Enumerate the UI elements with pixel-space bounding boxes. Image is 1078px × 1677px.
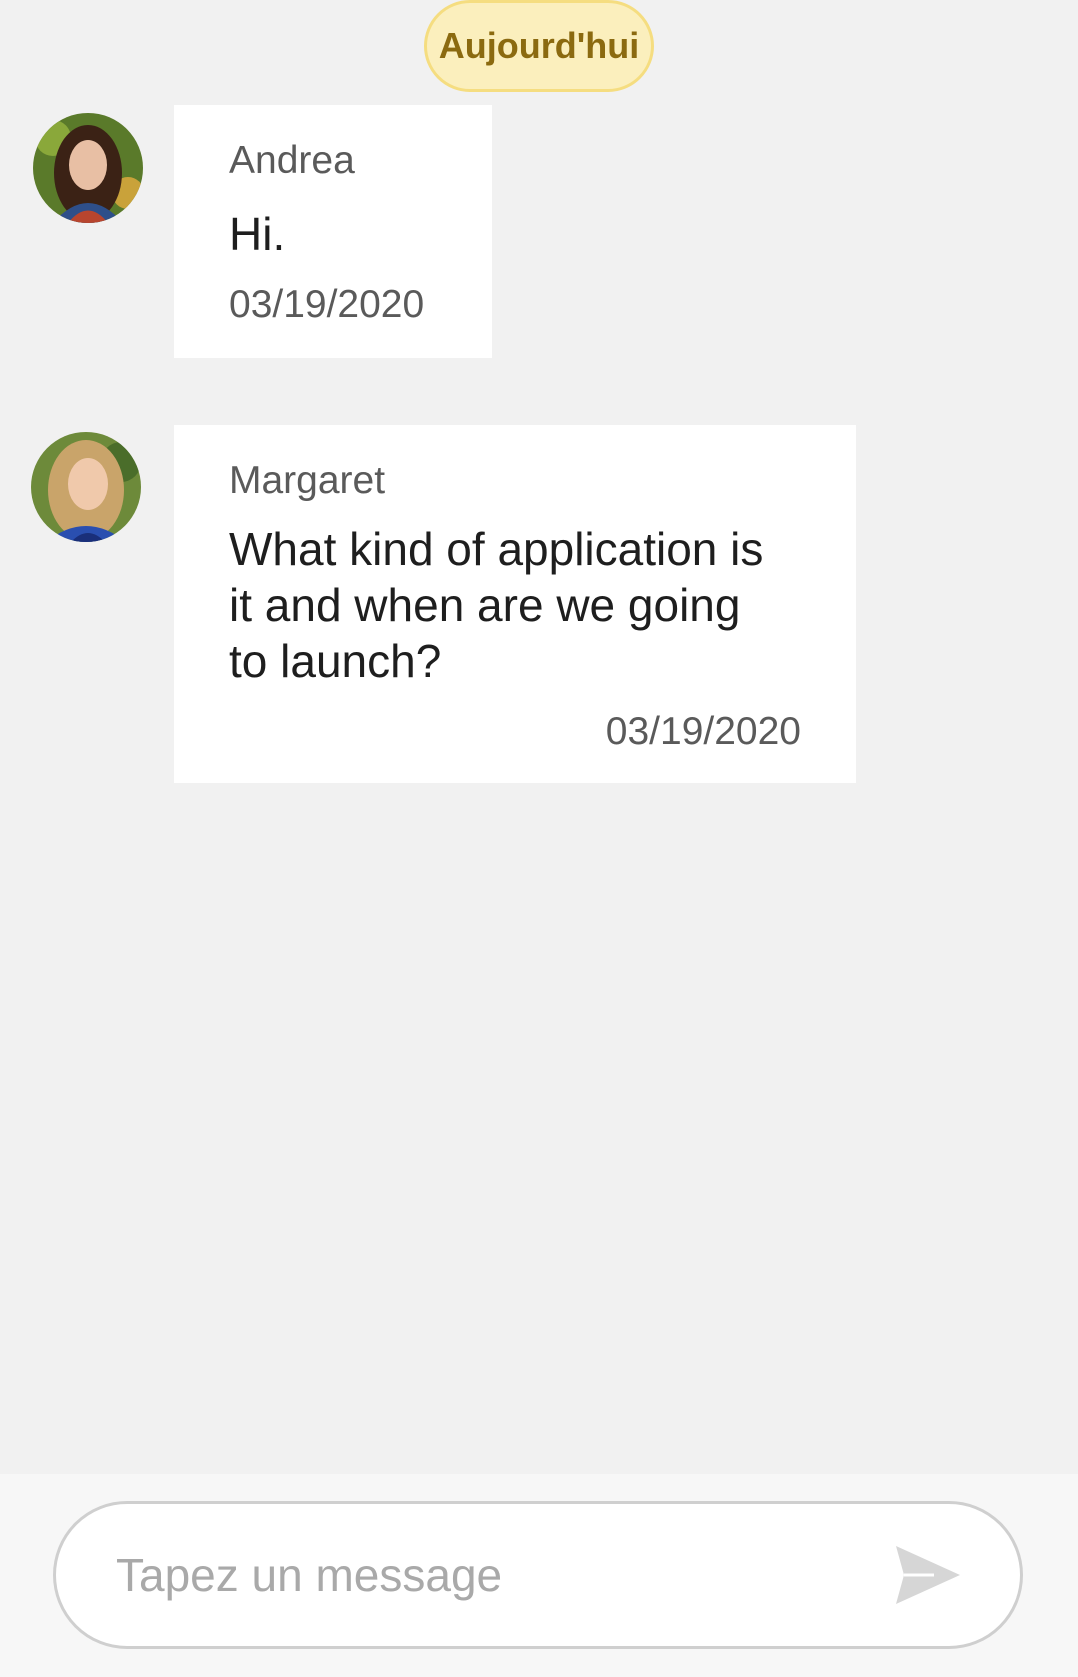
message-text: What kind of application is it and when … bbox=[229, 521, 829, 689]
message-text-line: What kind of application is bbox=[229, 523, 764, 575]
date-separator-label: Aujourd'hui bbox=[438, 25, 640, 66]
avatar-andrea[interactable] bbox=[33, 113, 143, 223]
message-date: 03/19/2020 bbox=[605, 710, 801, 753]
send-button[interactable] bbox=[894, 1542, 964, 1608]
message-bubble[interactable]: Andrea Hi. 03/19/2020 bbox=[174, 105, 492, 358]
message-text: Hi. bbox=[229, 208, 286, 260]
sender-name: Margaret bbox=[229, 459, 386, 502]
message-date: 03/19/2020 bbox=[229, 283, 425, 326]
date-separator: Aujourd'hui bbox=[424, 0, 654, 92]
message-composer[interactable] bbox=[53, 1501, 1023, 1649]
message-text-line: to launch? bbox=[229, 635, 442, 687]
chat-area: Aujourd'hui Andrea Hi. 03/19/2020 Margar… bbox=[0, 0, 1078, 1474]
send-icon bbox=[896, 1546, 960, 1604]
sender-name: Andrea bbox=[229, 139, 355, 182]
avatar-margaret[interactable] bbox=[31, 432, 141, 542]
composer-bar bbox=[0, 1474, 1078, 1677]
message-input[interactable] bbox=[116, 1538, 896, 1612]
message-bubble[interactable]: Margaret What kind of application is it … bbox=[174, 425, 856, 783]
message-text-line: it and when are we going bbox=[229, 579, 741, 631]
